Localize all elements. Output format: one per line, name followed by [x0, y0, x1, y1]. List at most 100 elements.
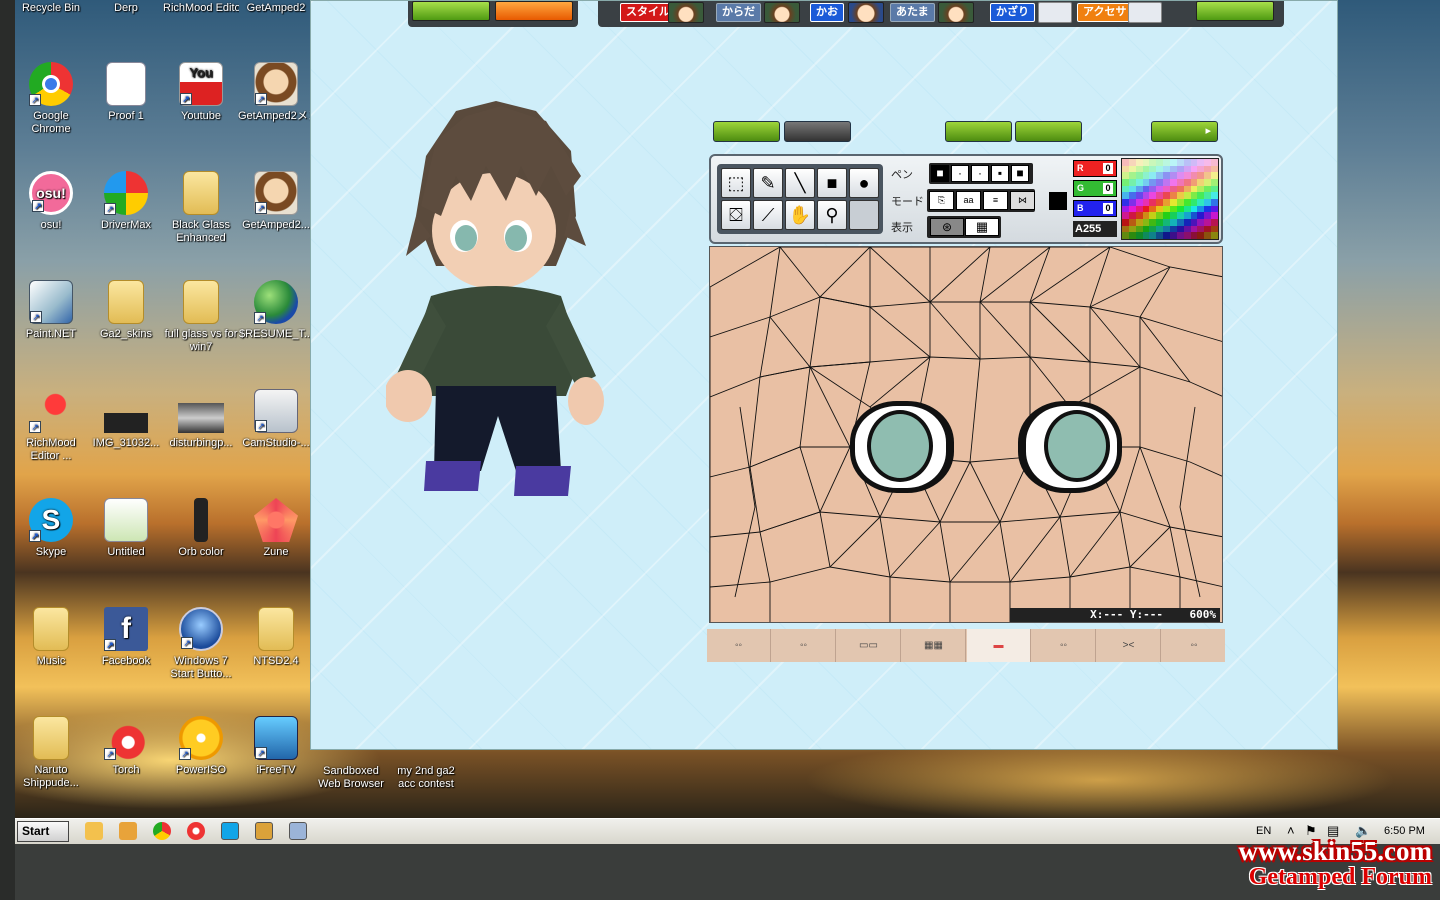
editor-tab-4[interactable] [1015, 121, 1082, 142]
tab-decor[interactable]: かざり [990, 3, 1035, 22]
explorer-quicklaunch-icon[interactable] [85, 822, 103, 840]
palette-swatch[interactable] [1142, 205, 1150, 213]
palette-swatch[interactable] [1183, 192, 1191, 199]
palette-swatch[interactable] [1128, 205, 1136, 213]
palette-swatch[interactable] [1163, 218, 1170, 226]
face-part-6[interactable]: ◦◦ [1032, 629, 1096, 662]
palette-swatch[interactable] [1142, 185, 1150, 193]
palette-swatch[interactable] [1163, 159, 1170, 166]
palette-swatch[interactable] [1156, 185, 1164, 193]
desktop-icon-windows7-start-button[interactable]: ↗ Windows 7 Start Butto... [163, 607, 239, 681]
palette-swatch[interactable] [1190, 172, 1198, 179]
palette-swatch[interactable] [1190, 225, 1198, 233]
face-part-7[interactable]: >< [1097, 629, 1161, 662]
paint-taskbar-icon[interactable] [289, 822, 307, 840]
getamped-taskbar-icon[interactable] [255, 822, 273, 840]
palette-swatch[interactable] [1190, 178, 1198, 186]
editor-tab-next[interactable]: ▸ [1151, 121, 1218, 142]
palette-swatch[interactable] [1170, 172, 1177, 179]
palette-swatch[interactable] [1183, 172, 1191, 179]
palette-swatch[interactable] [1197, 159, 1205, 166]
desktop-icon-proof-1[interactable]: Proof 1 [88, 62, 164, 123]
palette-swatch[interactable] [1170, 205, 1177, 213]
palette-swatch[interactable] [1122, 218, 1129, 226]
palette-swatch[interactable] [1204, 205, 1212, 213]
palette-swatch[interactable] [1128, 165, 1136, 173]
palette-swatch[interactable] [1190, 205, 1198, 213]
pen-size-5[interactable]: ■ [1011, 165, 1029, 182]
palette-swatch[interactable] [1204, 225, 1212, 233]
face-part-8[interactable]: ◦◦ [1162, 629, 1226, 662]
palette-swatch[interactable] [1128, 232, 1136, 239]
palette-swatch[interactable] [1176, 178, 1184, 186]
desktop-icon-disturbingp[interactable]: disturbingp... [163, 389, 239, 450]
palette-swatch[interactable] [1156, 192, 1164, 199]
tab-body[interactable]: からだ [716, 3, 761, 22]
palette-swatch[interactable] [1135, 232, 1143, 239]
palette-swatch[interactable] [1183, 159, 1191, 166]
palette-swatch[interactable] [1197, 192, 1205, 199]
palette-swatch[interactable] [1197, 232, 1205, 239]
desktop-icon-poweriso[interactable]: ↗ PowerISO [163, 716, 239, 777]
palette-swatch[interactable] [1128, 218, 1136, 226]
texture-canvas[interactable]: X:--- Y:--- 600% [709, 246, 1223, 623]
palette-swatch[interactable] [1176, 218, 1184, 226]
color-palette[interactable] [1121, 158, 1219, 240]
palette-swatch[interactable] [1142, 232, 1150, 239]
palette-swatch[interactable] [1122, 165, 1129, 173]
desktop-icon-richmood-editor[interactable]: ↗ RichMood Editor ... [13, 389, 89, 463]
palette-swatch[interactable] [1142, 192, 1150, 199]
palette-swatch[interactable] [1197, 185, 1205, 193]
palette-swatch[interactable] [1204, 198, 1212, 206]
palette-swatch[interactable] [1128, 198, 1136, 206]
palette-swatch[interactable] [1163, 178, 1170, 186]
palette-swatch[interactable] [1149, 205, 1157, 213]
palette-swatch[interactable] [1156, 218, 1164, 226]
tab-head[interactable]: あたま [890, 3, 935, 22]
palette-swatch[interactable] [1156, 159, 1164, 166]
palette-swatch[interactable] [1170, 178, 1177, 186]
desktop-icon-my-2nd-ga2-acc-contest[interactable]: my 2nd ga2 acc contest [388, 765, 464, 791]
desktop-icon-skype[interactable]: S ↗ Skype [13, 498, 89, 559]
desktop-icon-ifreetv[interactable]: ↗ iFreeTV [238, 716, 314, 777]
face-part-5-selected[interactable]: ▬ [967, 629, 1031, 662]
palette-swatch[interactable] [1122, 198, 1129, 206]
palette-swatch[interactable] [1128, 185, 1136, 193]
face-part-4[interactable]: ▦▦ [902, 629, 966, 662]
face-part-3[interactable]: ▭▭ [837, 629, 901, 662]
media-player-quicklaunch-icon[interactable] [119, 822, 137, 840]
palette-swatch[interactable] [1176, 212, 1184, 219]
palette-swatch[interactable] [1149, 212, 1157, 219]
palette-swatch[interactable] [1211, 178, 1218, 186]
mode-copy-icon[interactable]: ⎘ [929, 191, 954, 210]
desktop-icon-richmood-editor-top[interactable]: RichMood Editor ... [163, 2, 239, 15]
blue-channel[interactable]: B0 [1073, 200, 1117, 217]
palette-swatch[interactable] [1204, 172, 1212, 179]
palette-swatch[interactable] [1128, 212, 1136, 219]
face-part-2[interactable]: ◦◦ [772, 629, 836, 662]
palette-swatch[interactable] [1156, 232, 1164, 239]
palette-swatch[interactable] [1163, 212, 1170, 219]
palette-swatch[interactable] [1142, 178, 1150, 186]
palette-swatch[interactable] [1149, 232, 1157, 239]
palette-swatch[interactable] [1176, 225, 1184, 233]
palette-swatch[interactable] [1149, 165, 1157, 173]
palette-swatch[interactable] [1176, 185, 1184, 193]
palette-swatch[interactable] [1190, 218, 1198, 226]
line-tool-icon[interactable]: ╲ [785, 168, 815, 198]
character-preview[interactable] [386, 96, 606, 506]
editor-tab-3[interactable] [945, 121, 1012, 142]
palette-swatch[interactable] [1163, 172, 1170, 179]
palette-swatch[interactable] [1197, 178, 1205, 186]
palette-swatch[interactable] [1149, 159, 1157, 166]
desktop-icon-full-glass[interactable]: full glass vs for win7 [163, 280, 239, 354]
palette-swatch[interactable] [1149, 198, 1157, 206]
palette-swatch[interactable] [1183, 178, 1191, 186]
palette-swatch[interactable] [1183, 185, 1191, 193]
palette-swatch[interactable] [1156, 165, 1164, 173]
palette-swatch[interactable] [1142, 198, 1150, 206]
palette-swatch[interactable] [1204, 192, 1212, 199]
palette-swatch[interactable] [1122, 185, 1129, 193]
palette-swatch[interactable] [1176, 159, 1184, 166]
palette-swatch[interactable] [1183, 205, 1191, 213]
